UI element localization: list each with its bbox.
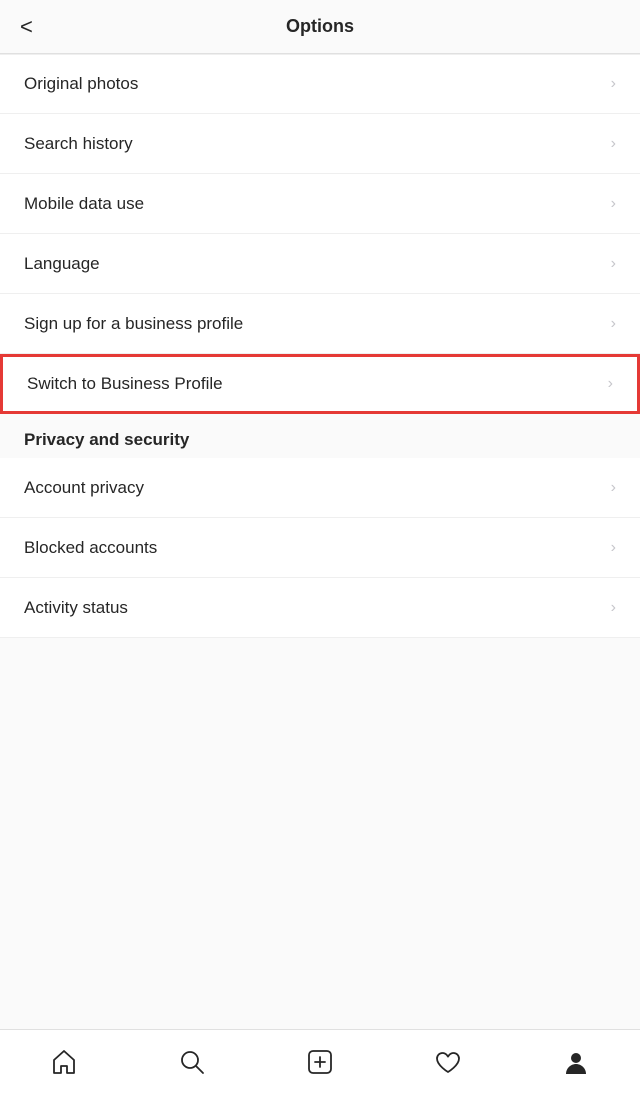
heart-icon	[434, 1048, 462, 1076]
menu-item-blocked-accounts[interactable]: Blocked accounts ›	[0, 518, 640, 578]
add-icon	[306, 1048, 334, 1076]
chevron-icon: ›	[611, 479, 616, 497]
menu-item-account-privacy[interactable]: Account privacy ›	[0, 458, 640, 518]
chevron-icon: ›	[611, 75, 616, 93]
nav-heart[interactable]	[428, 1042, 468, 1082]
menu-item-mobile-data-use[interactable]: Mobile data use ›	[0, 174, 640, 234]
menu-item-sign-up-business[interactable]: Sign up for a business profile ›	[0, 294, 640, 354]
profile-icon	[562, 1048, 590, 1076]
home-icon	[50, 1048, 78, 1076]
chevron-icon: ›	[611, 315, 616, 333]
search-icon	[178, 1048, 206, 1076]
nav-profile[interactable]	[556, 1042, 596, 1082]
chevron-icon: ›	[611, 255, 616, 273]
back-button[interactable]: <	[20, 16, 33, 38]
nav-search[interactable]	[172, 1042, 212, 1082]
nav-home[interactable]	[44, 1042, 84, 1082]
nav-add[interactable]	[300, 1042, 340, 1082]
chevron-icon: ›	[608, 375, 613, 393]
header: < Options	[0, 0, 640, 54]
chevron-icon: ›	[611, 195, 616, 213]
menu-item-activity-status[interactable]: Activity status ›	[0, 578, 640, 638]
menu-item-search-history[interactable]: Search history ›	[0, 114, 640, 174]
chevron-icon: ›	[611, 599, 616, 617]
chevron-icon: ›	[611, 135, 616, 153]
page-title: Options	[286, 16, 354, 37]
privacy-security-section-header: Privacy and security	[0, 414, 640, 458]
menu-item-language[interactable]: Language ›	[0, 234, 640, 294]
bottom-nav	[0, 1029, 640, 1102]
chevron-icon: ›	[611, 539, 616, 557]
menu-item-switch-business[interactable]: Switch to Business Profile ›	[0, 354, 640, 414]
menu-list: Original photos › Search history › Mobil…	[0, 54, 640, 1029]
menu-item-original-photos[interactable]: Original photos ›	[0, 54, 640, 114]
